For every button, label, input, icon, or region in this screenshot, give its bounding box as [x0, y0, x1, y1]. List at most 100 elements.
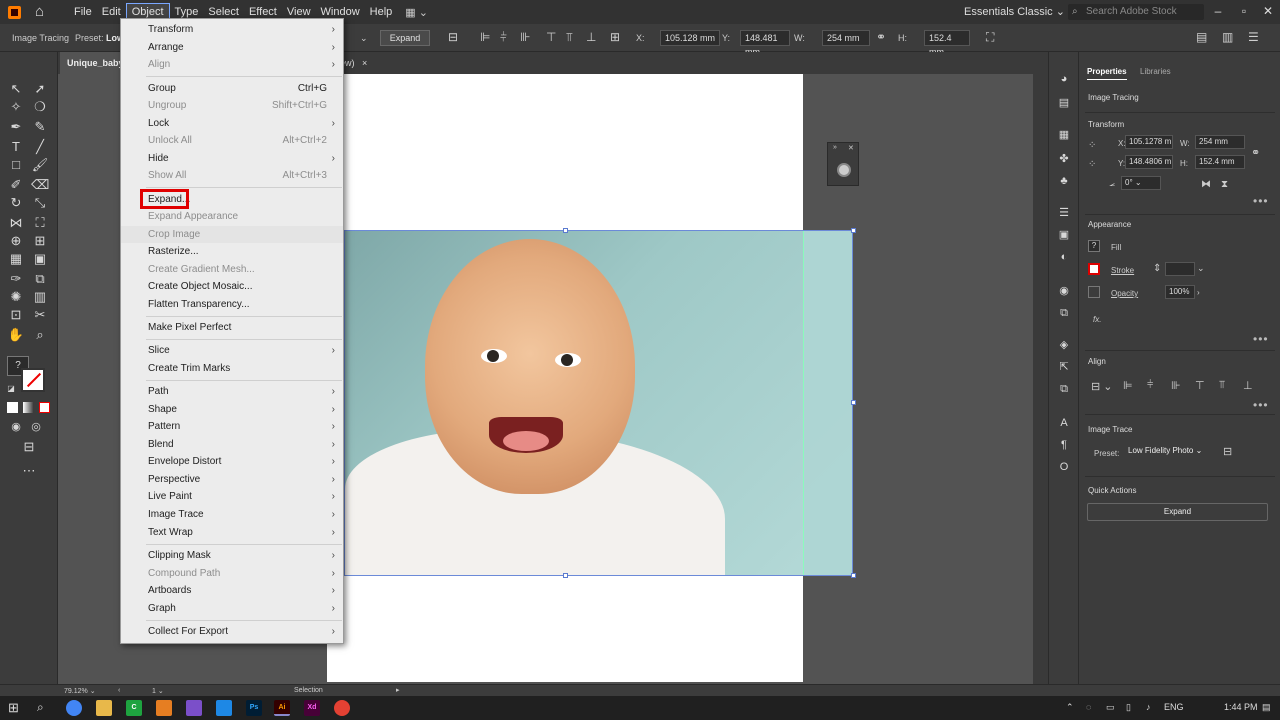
fill-swatch[interactable]: ?	[1088, 240, 1100, 252]
shape-builder-tool-icon[interactable]: ⊕	[7, 232, 25, 250]
panel-options-icon[interactable]: ▥	[1222, 30, 1233, 44]
tray-app-icon[interactable]: ◌	[1086, 702, 1091, 712]
collapse-icon[interactable]: »	[833, 144, 837, 151]
lasso-tool-icon[interactable]: ❍	[31, 98, 49, 116]
menu-item-slice[interactable]: Slice ›	[121, 342, 343, 359]
prop-y-field[interactable]: 148.4806 m	[1125, 155, 1173, 169]
menu-item-create-object-mosaic[interactable]: Create Object Mosaic...	[121, 278, 343, 295]
menu-item-collect-for-export[interactable]: Collect For Export ›	[121, 623, 343, 640]
screen-mode-icon[interactable]: ⊟	[20, 438, 38, 456]
stroke-label[interactable]: Stroke	[1111, 266, 1134, 275]
stroke-weight-field[interactable]	[1165, 262, 1195, 276]
menu-item-perspective[interactable]: Perspective ›	[121, 471, 343, 488]
arrange-panel-icon[interactable]: ▤	[1196, 30, 1207, 44]
prop-rotate-field[interactable]: 0° ⌄	[1121, 176, 1161, 190]
restore-icon[interactable]: ▫	[1238, 4, 1250, 18]
transparency-panel-icon[interactable]: ◐	[1055, 248, 1073, 266]
menu-item-ungroup[interactable]: Ungroup Shift+Ctrl+G	[121, 97, 343, 114]
xd-icon[interactable]: Xd	[304, 700, 320, 716]
more-options-icon[interactable]: •••	[1253, 194, 1269, 208]
reference-point-icon[interactable]: ⁘	[1088, 140, 1096, 151]
menu-file[interactable]: File	[69, 0, 97, 24]
flip-vertical-icon[interactable]: ⧗	[1221, 179, 1228, 190]
windows-start-icon[interactable]: ⊞	[8, 700, 19, 716]
image-trace-panel-icon[interactable]: ⧉	[1055, 304, 1073, 322]
prev-artboard-icon[interactable]: ‹	[118, 687, 120, 694]
image-trace-panel-icon[interactable]	[837, 163, 851, 177]
canvas-vertical-scrollbar[interactable]	[1033, 52, 1048, 684]
control-x-field[interactable]: 105.128 mm	[660, 30, 720, 46]
prop-w-field[interactable]: 254 mm	[1195, 135, 1245, 149]
chrome-icon[interactable]	[66, 700, 82, 716]
status-arrow-icon[interactable]: ▸	[396, 686, 400, 694]
language-indicator[interactable]: ENG	[1164, 702, 1184, 712]
link-proportions-icon[interactable]: ⚭	[1251, 146, 1260, 159]
appearance-panel-icon[interactable]: ◉	[1055, 282, 1073, 300]
gradient-mode-icon[interactable]	[23, 402, 34, 413]
paintbrush-tool-icon[interactable]: 🖌	[31, 156, 49, 174]
notifications-icon[interactable]: ▤	[1262, 702, 1271, 713]
align-top-icon[interactable]: ⊤	[546, 30, 556, 44]
menu-item-hide[interactable]: Hide ›	[121, 150, 343, 167]
align-to-icon[interactable]: ⊟	[448, 30, 458, 44]
chevron-down-icon[interactable]: ⌄	[1197, 263, 1205, 274]
menu-item-flatten-transparency[interactable]: Flatten Transparency...	[121, 296, 343, 313]
link-proportions-icon[interactable]: ⚭	[876, 30, 886, 44]
default-colors-icon[interactable]: ◪	[2, 380, 20, 398]
gradient-tool-icon[interactable]: ▣	[31, 250, 49, 268]
symbols-panel-icon[interactable]: ▦	[1055, 126, 1073, 144]
prop-x-field[interactable]: 105.1278 m	[1125, 135, 1173, 149]
menu-item-graph[interactable]: Graph ›	[121, 600, 343, 617]
menu-item-clipping-mask[interactable]: Clipping Mask ›	[121, 547, 343, 564]
illustrator-icon[interactable]: Ai	[274, 700, 290, 716]
stock-search-input[interactable]: ⌕ Search Adobe Stock	[1068, 4, 1204, 20]
menu-item-expand-appearance[interactable]: Expand Appearance	[121, 208, 343, 225]
type-tool-icon[interactable]: T	[7, 138, 25, 156]
distribute-icon[interactable]: ⊞	[610, 30, 620, 44]
tab-libraries[interactable]: Libraries	[1140, 67, 1171, 76]
artboard-number[interactable]: 1 ⌄	[152, 687, 164, 695]
file-explorer-icon[interactable]	[96, 700, 112, 716]
battery-icon[interactable]: ▯	[1126, 702, 1131, 713]
search-icon[interactable]: ⌕	[37, 700, 44, 715]
menu-item-shape[interactable]: Shape ›	[121, 401, 343, 418]
visual-studio-icon[interactable]	[186, 700, 202, 716]
control-expand-button[interactable]: Expand	[380, 30, 430, 46]
app-icon[interactable]	[156, 700, 172, 716]
eraser-tool-icon[interactable]: ⌫	[31, 176, 49, 194]
stroke-swatch[interactable]	[21, 368, 45, 392]
menu-help[interactable]: Help	[365, 0, 398, 24]
artboards-panel-icon[interactable]: ⧉	[1055, 380, 1073, 398]
control-h-field[interactable]: 152.4 mm	[924, 30, 970, 57]
opacity-label[interactable]: Opacity	[1111, 289, 1138, 298]
none-mode-icon[interactable]	[39, 402, 50, 413]
stroke-panel-icon[interactable]: ☰	[1055, 204, 1073, 222]
eyedropper-tool-icon[interactable]: ✑	[7, 270, 25, 288]
menu-item-live-paint[interactable]: Live Paint ›	[121, 488, 343, 505]
selection-tool-icon[interactable]: ↖	[7, 80, 25, 98]
control-w-field[interactable]: 254 mm	[822, 30, 870, 46]
chevron-down-icon[interactable]: ⌄	[360, 33, 368, 44]
menu-item-lock[interactable]: Lock ›	[121, 115, 343, 132]
menu-item-align[interactable]: Align ›	[121, 56, 343, 73]
curvature-tool-icon[interactable]: ✎	[31, 118, 49, 136]
control-menu-icon[interactable]: ☰	[1248, 30, 1259, 44]
line-tool-icon[interactable]: ╱	[31, 138, 49, 156]
menu-item-blend[interactable]: Blend ›	[121, 436, 343, 453]
selection-handle[interactable]	[563, 228, 568, 233]
direct-selection-tool-icon[interactable]: ➚	[31, 80, 49, 98]
constrain-icon[interactable]: ⁘	[1088, 159, 1096, 170]
chevron-right-icon[interactable]: ›	[1197, 288, 1200, 297]
stroke-weight-stepper[interactable]: ⇕	[1153, 263, 1161, 274]
align-vcenter-icon[interactable]: ⫪	[1219, 379, 1225, 392]
menu-item-create-trim-marks[interactable]: Create Trim Marks	[121, 360, 343, 377]
align-bottom-icon[interactable]: ⊥	[586, 30, 596, 44]
swatches-panel-icon[interactable]: ▤	[1055, 94, 1073, 112]
menu-item-show-all[interactable]: Show All Alt+Ctrl+3	[121, 167, 343, 184]
artboard-tool-icon[interactable]: ⊡	[7, 306, 25, 324]
chrome-alt-icon[interactable]	[334, 700, 350, 716]
menu-item-transform[interactable]: Transform ›	[121, 21, 343, 38]
zoom-tool-icon[interactable]: ⌕	[31, 326, 49, 344]
workspace-switcher[interactable]: Essentials Classic ⌄	[964, 5, 1065, 18]
align-left-icon[interactable]: ⊫	[1123, 379, 1133, 392]
